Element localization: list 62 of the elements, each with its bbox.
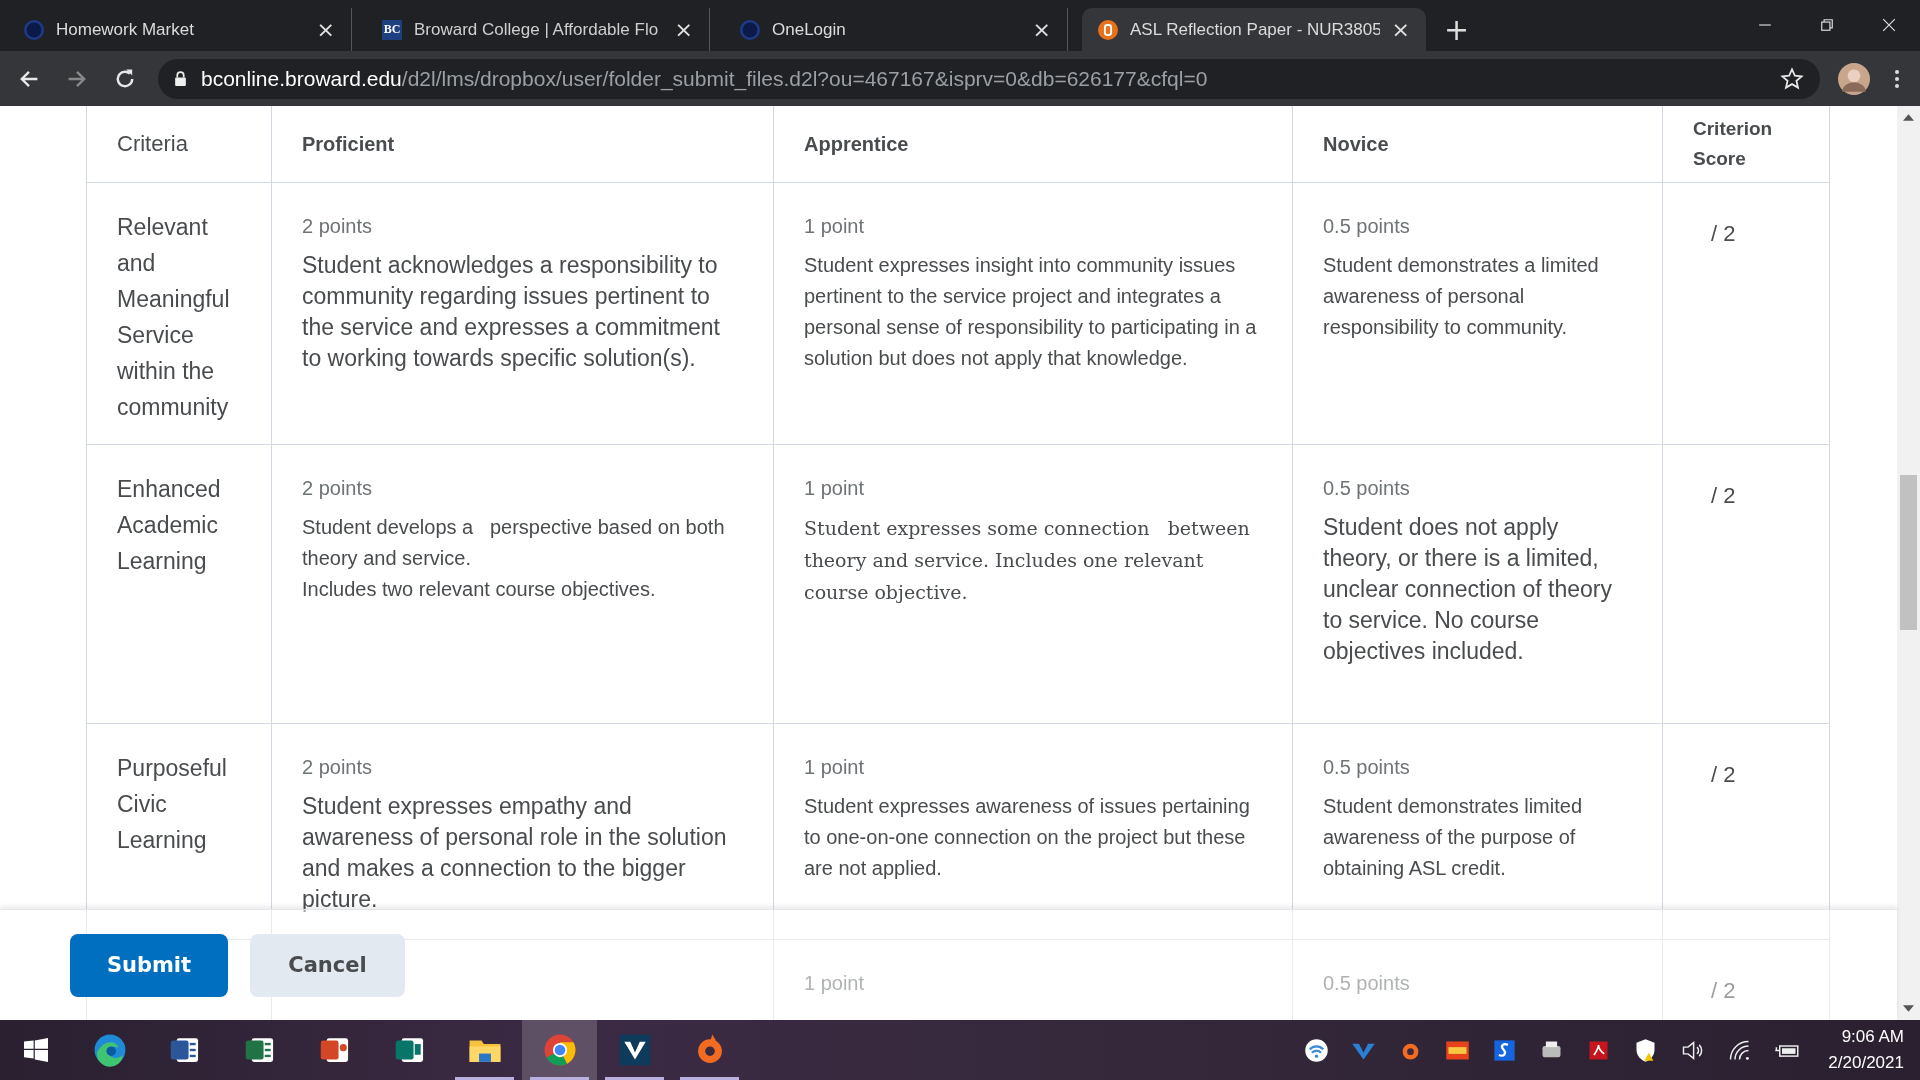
points-label: 0.5 points bbox=[1323, 477, 1411, 500]
running-indicator bbox=[455, 1077, 514, 1080]
criterion-name: Purposeful Civic Learning bbox=[117, 755, 227, 853]
scroll-up-icon[interactable] bbox=[1903, 114, 1914, 121]
avatar-icon[interactable] bbox=[1838, 62, 1870, 95]
column-header: Apprentice bbox=[773, 106, 1293, 183]
clock-time: 9:06 AM bbox=[1841, 1026, 1904, 1048]
level-description: Student demonstrates limited awareness of the purpose of obtaining ASL credit. bbox=[1323, 794, 1584, 881]
column-header: Criterion Score bbox=[1662, 106, 1830, 183]
address-field[interactable]: bconline.broward.edu/d2l/lms/dropbox/user/folder_submit_files.d2l?ou=467167&isprv=0&db=626177&cfql=0 bbox=[158, 58, 1820, 99]
close-icon[interactable]: × bbox=[1032, 17, 1051, 42]
column-header: Proficient bbox=[271, 106, 774, 183]
criterion-name: Enhanced Academic Learning bbox=[117, 476, 221, 574]
criterion-name: Relevant and Meaningful Service within the community bbox=[117, 214, 230, 420]
new-tab-button[interactable]: + bbox=[1444, 8, 1470, 51]
points-label: 2 points bbox=[302, 477, 374, 500]
tray-app-icon[interactable] bbox=[1303, 1036, 1331, 1064]
score-field: / 2 bbox=[1711, 483, 1736, 508]
level-description: Student expresses empathy and awareness of personal role in the solution and makes a connection to the bigger picture. bbox=[302, 792, 728, 914]
clock-date: 2/20/2021 bbox=[1828, 1052, 1904, 1074]
close-icon[interactable]: × bbox=[1391, 17, 1410, 42]
column-header: Criteria bbox=[86, 106, 272, 183]
close-icon[interactable]: × bbox=[316, 17, 335, 42]
lock-icon bbox=[174, 71, 187, 86]
favicon-icon: BC bbox=[382, 19, 402, 40]
favicon-icon bbox=[1098, 19, 1118, 40]
points-label: 1 point bbox=[804, 215, 866, 238]
running-indicator bbox=[530, 1077, 589, 1080]
cancel-button[interactable]: Cancel bbox=[250, 933, 405, 997]
level-description: Student demonstrates a limited awareness of personal responsibility to community. bbox=[1323, 253, 1600, 340]
url-text: bconline.broward.edu/d2l/lms/dropbox/user/folder_submit_files.d2l?ou=467167&isprv=0&db=626177&cfql=0 bbox=[201, 66, 1209, 91]
points-label: 1 point bbox=[804, 756, 866, 779]
close-icon[interactable]: × bbox=[674, 17, 693, 42]
tab-title: Broward College | Affordable Flo bbox=[414, 19, 660, 40]
tab-title: OneLogin bbox=[772, 19, 847, 40]
tab-title: Homework Market bbox=[56, 19, 195, 40]
level-description: Student does not apply theory, or there is a limited, unclear connection of theory to service. No course objectives included. bbox=[1323, 513, 1613, 666]
points-label: 2 points bbox=[302, 215, 374, 238]
points-label: 0.5 points bbox=[1323, 756, 1411, 779]
scrollbar-thumb[interactable] bbox=[1900, 475, 1917, 630]
level-description: Student acknowledges a responsibility to community regarding issues pertinent to the service and expresses a commitment to working towards specific solution(s). bbox=[302, 251, 721, 373]
points-label: 0.5 points bbox=[1323, 972, 1411, 995]
points-label: 1 point bbox=[804, 477, 866, 500]
favicon-icon bbox=[24, 19, 44, 40]
running-indicator bbox=[605, 1077, 664, 1080]
points-label: 1 point bbox=[804, 972, 866, 995]
submit-button[interactable]: Submit bbox=[70, 933, 228, 997]
favicon-icon bbox=[740, 19, 760, 40]
running-indicator bbox=[680, 1077, 739, 1080]
level-description: Student expresses insight into community issues pertinent to the service project and integrates a personal sense of responsibility to participating in a solution but does not apply that knowledge. bbox=[804, 253, 1258, 371]
level-description: Student expresses awareness of issues pertaining to one-on-one connection on the project but these are not applied. bbox=[804, 794, 1251, 881]
score-field: / 2 bbox=[1711, 221, 1736, 246]
scroll-down-icon[interactable] bbox=[1903, 1005, 1914, 1012]
level-description: Student expresses some connection between theory and service. Includes one relevant course objective. bbox=[804, 516, 1251, 605]
points-label: 2 points bbox=[302, 756, 374, 779]
scrollbar[interactable] bbox=[1897, 106, 1920, 1020]
level-description: Student develops a perspective based on both theory and service. Includes two relevant course objectives. bbox=[302, 515, 726, 602]
star-icon[interactable] bbox=[1780, 66, 1804, 91]
score-field: / 2 bbox=[1711, 978, 1736, 1003]
column-header: Novice bbox=[1292, 106, 1663, 183]
points-label: 0.5 points bbox=[1323, 215, 1411, 238]
score-field: / 2 bbox=[1711, 762, 1736, 787]
